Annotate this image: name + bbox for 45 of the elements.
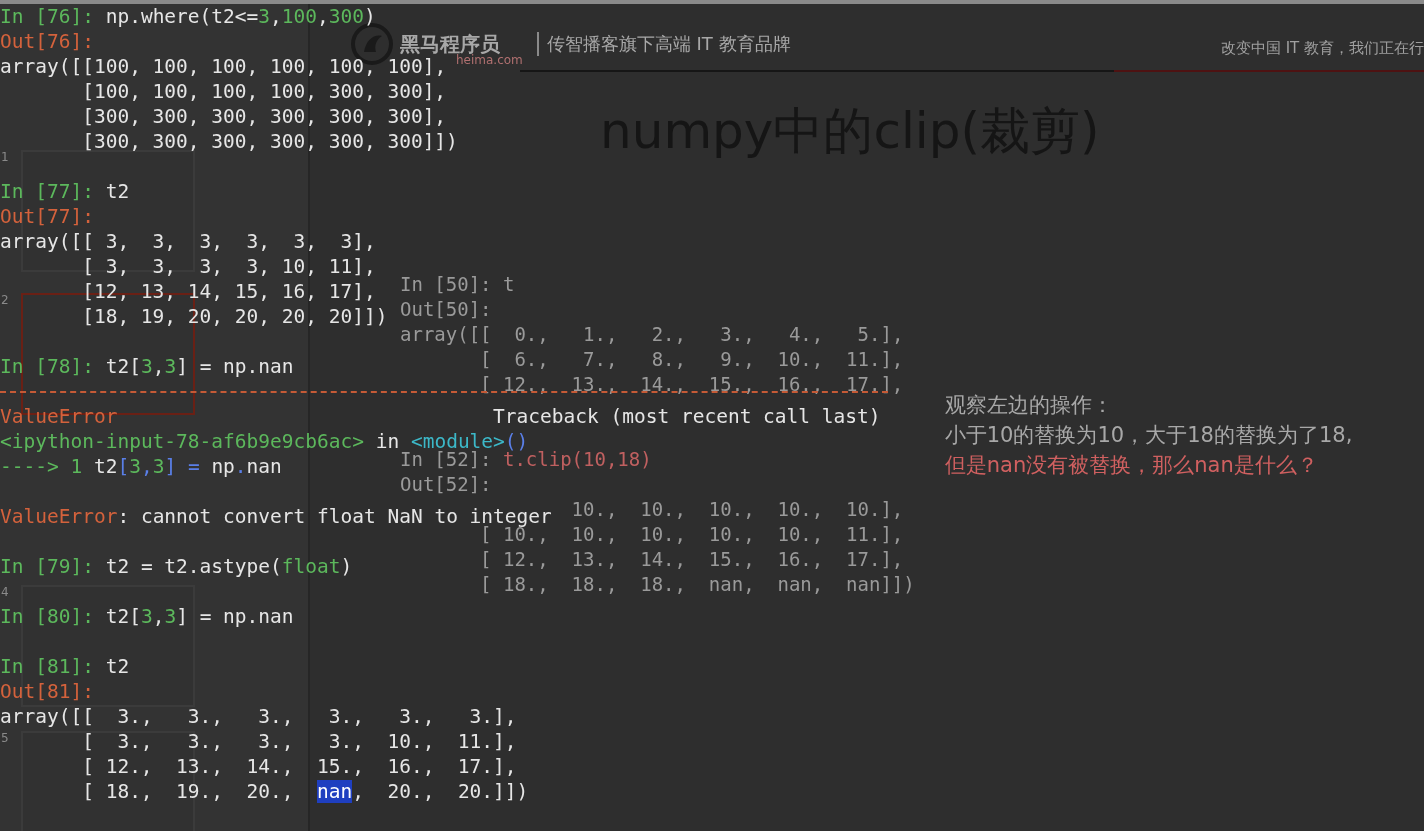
tagline: 传智播客旗下高端 IT 教育品牌	[536, 32, 791, 56]
code-line: [ 6., 7., 8., 9., 10., 11.],	[480, 350, 904, 369]
code-line: In [52]: t.clip(10,18)	[400, 450, 652, 469]
note-text: 小于10的替换为10，大于18的替换为了18,	[944, 422, 1353, 449]
code-line: [ 18., 18., 18., nan, nan, nan]])	[480, 575, 915, 594]
code-line: <ipython-input-78-af6b9e9cb6ac> in <module>()	[0, 432, 529, 451]
note-text: 观察左边的操作：	[944, 392, 1114, 419]
code-line: [ 3., 3., 3., 3., 10., 11.],	[82, 732, 517, 751]
code-line: array([[100, 100, 100, 100, 100, 100],	[0, 57, 447, 76]
slide-number: 2	[1, 293, 9, 307]
code-line: [12, 13, 14, 15, 16, 17],	[82, 282, 376, 301]
code-line: ----> 1 t2[3,3] = np.nan	[0, 457, 282, 476]
code-line: Out[81]:	[0, 682, 94, 701]
code-line: array([[ 0., 1., 2., 3., 4., 5.],	[400, 325, 904, 344]
slide-number: 5	[1, 731, 9, 745]
code-line: In [80]: t2[3,3] = np.nan	[0, 607, 294, 626]
code-line: [ 12., 13., 14., 15., 16., 17.],	[82, 757, 517, 776]
slide-number: 4	[1, 585, 9, 599]
code-line: In [76]: np.where(t2<=3,100,300)	[0, 7, 376, 26]
note-text: 但是nan没有被替换，那么nan是什么？	[944, 452, 1319, 479]
code-line: [300, 300, 300, 300, 300, 300]])	[82, 132, 458, 151]
code-line: In [81]: t2	[0, 657, 130, 676]
code-line: In [50]: t	[400, 275, 515, 294]
slide-number: 1	[1, 150, 9, 164]
code-line: [100, 100, 100, 100, 300, 300],	[82, 82, 447, 101]
code-line: Out[77]:	[0, 207, 94, 226]
code-line: [ 12., 13., 14., 15., 16., 17.],	[480, 550, 904, 569]
code-line: ValueError: cannot convert float NaN to integer	[0, 507, 552, 526]
code-line: 10., 10., 10., 10., 10.],	[571, 500, 904, 519]
code-line: [18, 19, 20, 20, 20, 20]])	[82, 307, 388, 326]
code-line: Out[52]:	[400, 475, 492, 494]
brand-site: heima.com	[456, 54, 523, 66]
code-line: array([[ 3., 3., 3., 3., 3., 3.],	[0, 707, 517, 726]
code-line: ValueError Traceback (most recent call last)	[0, 407, 881, 426]
code-line: array([[ 3, 3, 3, 3, 3, 3],	[0, 232, 376, 251]
slogan: 改变中国 IT 教育，我们正在行	[1220, 39, 1424, 58]
code-line: In [79]: t2 = t2.astype(float)	[0, 557, 353, 576]
code-line: [ 3, 3, 3, 3, 10, 11],	[82, 257, 376, 276]
code-line: In [78]: t2[3,3] = np.nan	[0, 357, 294, 376]
code-line: [ 18., 19., 20., nan, 20., 20.]])	[82, 782, 529, 801]
brand-name: 黑马程序员	[400, 34, 500, 54]
code-line: In [77]: t2	[0, 182, 130, 201]
code-line: [300, 300, 300, 300, 300, 300],	[82, 107, 447, 126]
code-line: Out[76]:	[0, 32, 94, 51]
code-line: Out[50]:	[400, 300, 492, 319]
